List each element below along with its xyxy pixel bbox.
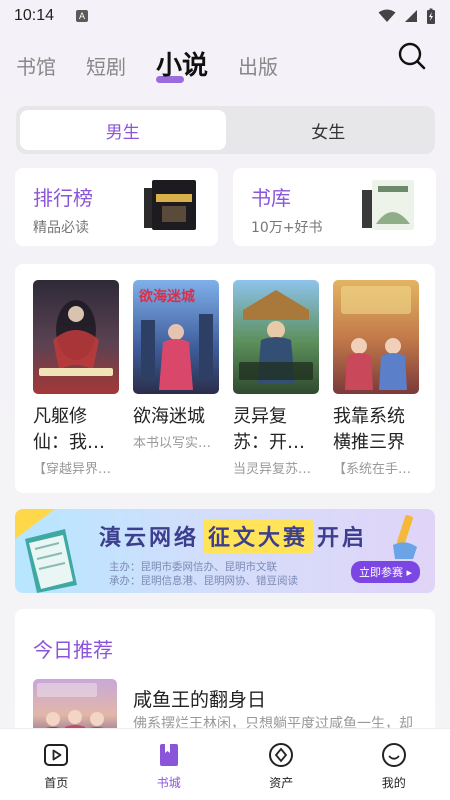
nav-assets[interactable]: 资产	[225, 729, 338, 800]
pen-icon	[393, 515, 417, 559]
tab-novel[interactable]: 小说	[156, 45, 208, 90]
book-cover-art	[341, 286, 411, 390]
diamond-icon	[269, 743, 294, 767]
nav-home[interactable]: 首页	[0, 729, 113, 800]
book-cover-art	[239, 290, 313, 384]
nav-label: 我的	[381, 776, 406, 790]
book-cover-text: 欲海迷城	[139, 289, 195, 305]
tab-female[interactable]: 女生	[226, 110, 432, 150]
book-title: 灵异复苏：开…	[233, 406, 305, 453]
library-covers-image	[362, 180, 414, 230]
nav-profile[interactable]: 我的	[338, 729, 450, 800]
search-icon[interactable]	[396, 40, 428, 72]
book-description: 【系统在手…	[333, 462, 412, 477]
tab-male[interactable]: 男生	[20, 110, 226, 150]
tab-publishing[interactable]: 出版	[238, 51, 278, 90]
book-description: 【穿越异界…	[33, 462, 112, 477]
gender-switch: 男生 女生	[16, 106, 435, 154]
nav-bookstore[interactable]: 书城	[113, 729, 226, 800]
nav-label: 资产	[269, 776, 294, 790]
book-title: 凡躯修仙：我…	[33, 406, 105, 453]
book-cover	[233, 280, 319, 394]
book-cover-art	[39, 300, 113, 376]
contest-banner[interactable]: 滇云网络 征文大赛 开启 主办：昆明市委网信办、昆明市文联 承办：昆明信息港、昆…	[15, 509, 435, 593]
book-description: 当灵异复苏…	[233, 462, 312, 477]
book-shelf: 凡躯修仙：我… 【穿越异界… 欲海迷城 欲海迷城 本书以写实… 灵异复苏：开… …	[15, 264, 435, 493]
signal-icon	[405, 10, 417, 22]
book-item[interactable]: 凡躯修仙：我… 【穿越异界…	[33, 280, 119, 477]
book-title: 欲海迷城	[133, 406, 205, 427]
notification-icon: A	[76, 10, 89, 22]
join-contest-button[interactable]: 立即参赛 ▸	[350, 561, 420, 583]
book-title: 我靠系统横推三界	[333, 406, 405, 453]
ranking-card[interactable]: 排行榜 精品必读	[15, 168, 218, 246]
play-icon	[44, 744, 69, 766]
ranking-covers-image	[144, 180, 196, 230]
banner-headline-left: 滇云网络	[99, 526, 200, 551]
battery-icon	[427, 8, 435, 24]
tab-short-drama[interactable]: 短剧	[86, 51, 126, 90]
library-card[interactable]: 书库 10万+好书	[233, 168, 436, 246]
nav-label: 首页	[44, 776, 69, 790]
status-time: 10:14	[14, 7, 55, 24]
section-title: 今日推荐	[33, 638, 113, 662]
book-title[interactable]: 咸鱼王的翻身日	[133, 685, 266, 712]
nav-label: 书城	[156, 776, 181, 790]
status-bar: 10:14 A	[0, 0, 450, 32]
banner-headline: 滇云网络 征文大赛 开启	[99, 519, 367, 553]
book-illustration-icon	[15, 509, 77, 593]
smile-icon	[381, 743, 406, 767]
category-tabs: 书馆 短剧 小说 出版	[16, 40, 434, 90]
book-cover	[33, 280, 119, 394]
bottom-nav: 首页 书城 资产 我的	[0, 728, 450, 800]
banner-co-organizer: 承办：昆明信息港、昆明网协、错豆阅读	[109, 575, 298, 587]
book-item[interactable]: 灵异复苏：开… 当灵异复苏…	[233, 280, 319, 477]
wifi-icon	[378, 9, 396, 22]
tab-bookstore[interactable]: 书馆	[16, 51, 56, 90]
banner-headline-highlight: 征文大赛	[203, 519, 314, 553]
banner-headline-right: 开启	[317, 526, 368, 551]
book-icon	[159, 744, 178, 766]
banner-organizer: 主办：昆明市委网信办、昆明市文联	[109, 561, 277, 573]
book-item[interactable]: 欲海迷城 欲海迷城 本书以写实…	[133, 280, 219, 451]
book-description: 本书以写实…	[133, 436, 212, 451]
book-item[interactable]: 我靠系统横推三界 【系统在手…	[333, 280, 419, 477]
book-cover	[333, 280, 419, 394]
book-cover: 欲海迷城	[133, 280, 219, 394]
